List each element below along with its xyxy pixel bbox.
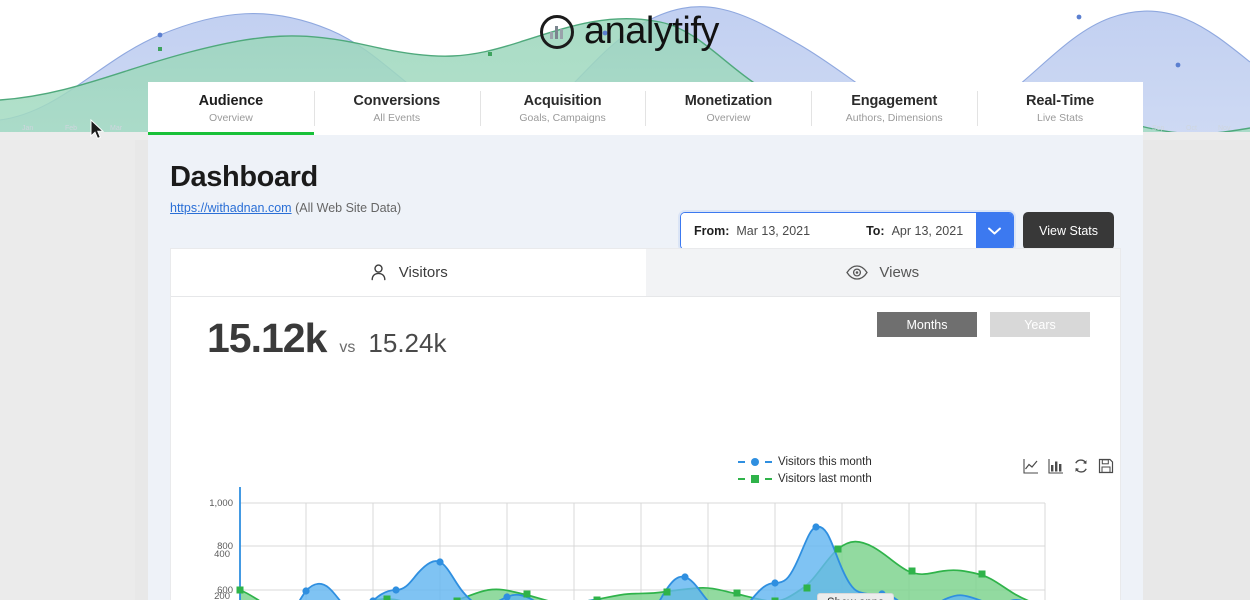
- svg-text:400: 400: [214, 549, 230, 560]
- tab-views-label: Views: [879, 264, 920, 281]
- nav-tab-real-time[interactable]: Real-Time Live Stats: [977, 82, 1143, 135]
- site-url-link[interactable]: https://withadnan.com: [170, 201, 292, 215]
- chart-canvas: 1,000 800 600: [209, 487, 1046, 600]
- page-title: Dashboard: [170, 161, 318, 193]
- line-chart-icon[interactable]: [1023, 458, 1039, 474]
- show-apps-tooltip: Show apps: [817, 593, 894, 600]
- stat-summary: 15.12k vs 15.24k Months Years: [171, 297, 1120, 362]
- svg-text:Jan: Jan: [22, 125, 33, 132]
- legend-label: Visitors this month: [778, 456, 872, 468]
- person-icon: [369, 263, 388, 282]
- period-months-button[interactable]: Months: [877, 312, 977, 337]
- svg-text:Oct: Oct: [1186, 125, 1197, 132]
- bar-chart-circle-icon: [540, 14, 574, 49]
- tab-visitors-label: Visitors: [398, 264, 448, 281]
- brand-name: analytify: [584, 10, 719, 52]
- nav-tab-conversions[interactable]: Conversions All Events: [313, 82, 480, 135]
- nav-tab-title: Audience: [198, 93, 264, 109]
- legend-dash: [738, 478, 745, 480]
- site-scope: (All Web Site Data): [295, 201, 402, 215]
- left-gutter-inner: [0, 140, 135, 600]
- nav-tab-subtitle: Goals, Campaigns: [519, 112, 606, 124]
- dashboard-header: Dashboard https://withadnan.com (All Web…: [148, 135, 1143, 250]
- y-tick-label: 1,000: [209, 498, 233, 509]
- legend-item-last-month[interactable]: Visitors last month: [738, 473, 872, 485]
- series-last-month-area: [240, 541, 1045, 600]
- nav-tab-title: Monetization: [684, 93, 773, 109]
- chart-legend: Visitors this month Visitors last month: [738, 456, 872, 485]
- legend-label: Visitors last month: [778, 473, 872, 485]
- legend-dash: [738, 461, 745, 463]
- to-value[interactable]: Apr 13, 2021: [892, 224, 964, 238]
- chart-toolbar: [1023, 458, 1114, 474]
- bar-chart-icon[interactable]: [1048, 458, 1064, 474]
- svg-text:Feb: Feb: [65, 125, 77, 132]
- date-fields[interactable]: From: Mar 13, 2021 To: Apr 13, 2021: [680, 213, 977, 249]
- svg-text:Mar: Mar: [110, 125, 123, 132]
- metric-tabs: Visitors Views: [171, 249, 1120, 297]
- date-range-picker[interactable]: From: Mar 13, 2021 To: Apr 13, 2021: [679, 212, 1015, 250]
- y-axis-lower-labels: 400 200: [214, 549, 230, 600]
- main-nav: Audience Overview Conversions All Events…: [148, 82, 1143, 135]
- refresh-icon[interactable]: [1073, 458, 1089, 474]
- tab-visitors[interactable]: Visitors: [171, 249, 646, 296]
- chevron-down-icon[interactable]: [976, 213, 1014, 249]
- period-years-button[interactable]: Years: [990, 312, 1090, 337]
- app-window: Audience Overview Conversions All Events…: [148, 82, 1143, 600]
- right-gutter: [1143, 140, 1250, 600]
- nav-tab-engagement[interactable]: Engagement Authors, Dimensions: [811, 82, 977, 135]
- svg-text:200: 200: [214, 591, 230, 600]
- visitors-area-chart[interactable]: 1,000 800 600: [148, 487, 1143, 600]
- to-label: To:: [866, 224, 885, 238]
- nav-tab-audience[interactable]: Audience Overview: [148, 82, 314, 135]
- stat-vs-label: vs: [339, 339, 356, 356]
- nav-tab-subtitle: Authors, Dimensions: [845, 112, 943, 124]
- nav-tab-monetization[interactable]: Monetization Overview: [645, 82, 811, 135]
- nav-tab-acquisition[interactable]: Acquisition Goals, Campaigns: [479, 82, 646, 135]
- date-controls: From: Mar 13, 2021 To: Apr 13, 2021 View…: [679, 212, 1114, 250]
- legend-dash: [765, 478, 772, 480]
- nav-tab-subtitle: Overview: [706, 112, 751, 124]
- stat-previous-value: 15.24k: [368, 328, 447, 358]
- nav-tab-title: Real-Time: [1025, 93, 1095, 109]
- from-label: From:: [693, 224, 730, 238]
- nav-tab-subtitle: All Events: [373, 112, 421, 124]
- nav-tab-title: Engagement: [851, 93, 938, 109]
- nav-tab-subtitle: Overview: [209, 112, 253, 124]
- svg-text:Sep: Sep: [1152, 125, 1165, 132]
- nav-tab-title: Conversions: [353, 93, 441, 109]
- legend-circle-marker: [751, 458, 759, 466]
- nav-tab-title: Acquisition: [523, 93, 602, 109]
- period-toggle: Months Years: [877, 312, 1090, 337]
- analytify-logo: analytify: [540, 10, 719, 53]
- from-value[interactable]: Mar 13, 2021: [736, 224, 810, 238]
- legend-square-marker: [751, 475, 759, 483]
- tab-views[interactable]: Views: [645, 249, 1120, 296]
- legend-item-this-month[interactable]: Visitors this month: [738, 456, 872, 468]
- mouse-cursor: [90, 119, 105, 140]
- save-icon[interactable]: [1098, 458, 1114, 474]
- stat-current-value: 15.12k: [207, 315, 327, 361]
- legend-dash: [765, 461, 772, 463]
- svg-text:Nov: Nov: [1218, 125, 1231, 132]
- eye-icon: [846, 265, 869, 280]
- nav-tab-subtitle: Live Stats: [1037, 112, 1084, 124]
- view-stats-button[interactable]: View Stats: [1023, 212, 1114, 250]
